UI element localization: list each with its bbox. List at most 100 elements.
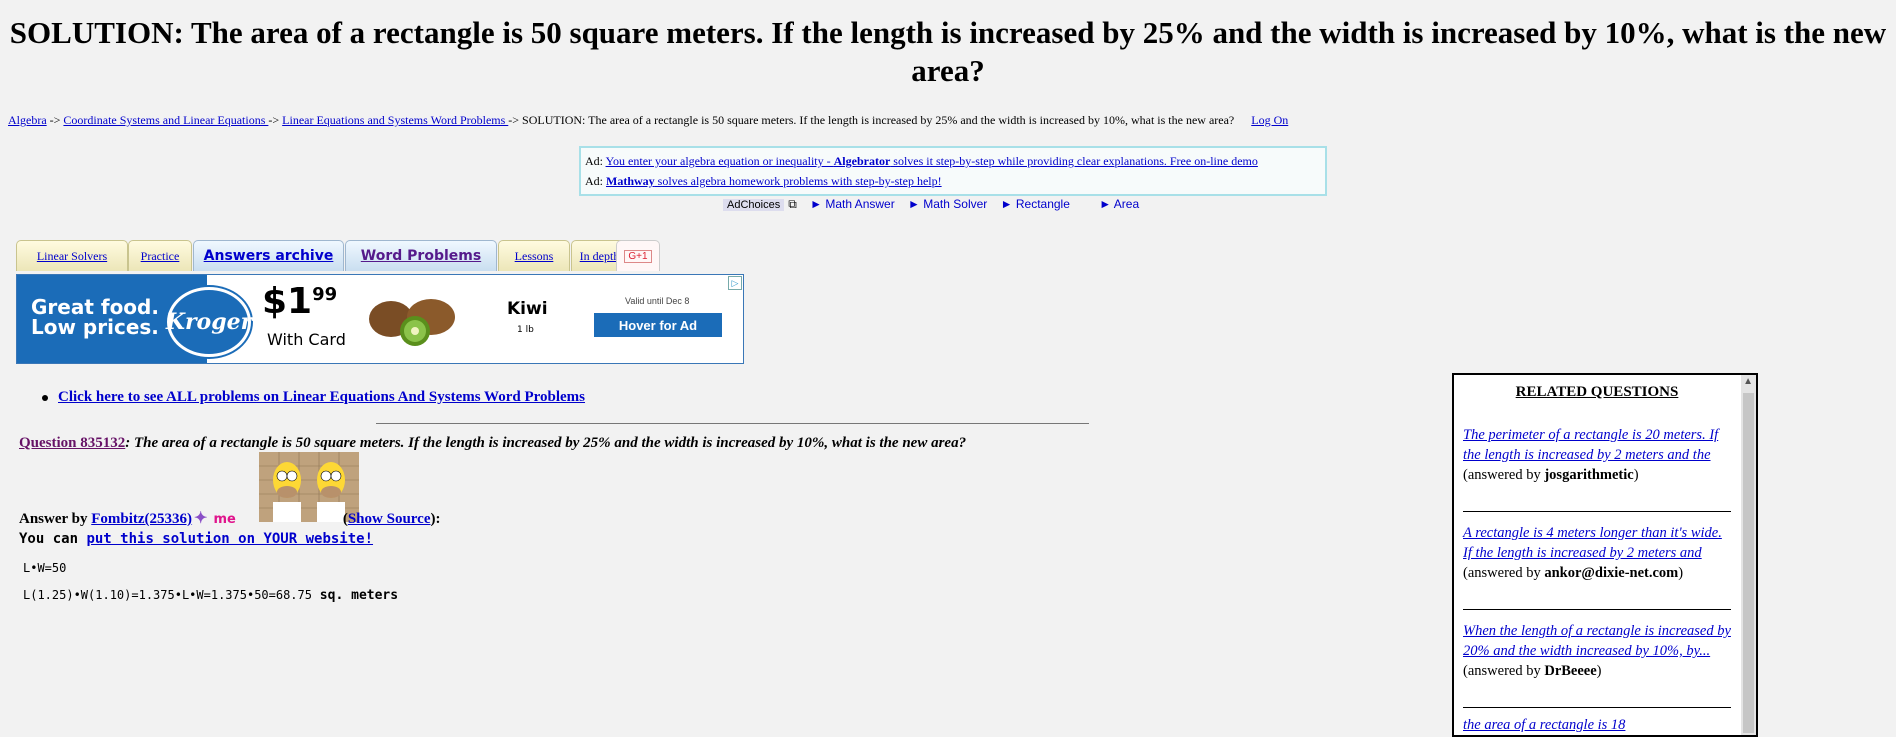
banner-weight: 1 lb [517,325,534,335]
ad-link-area[interactable]: ► Area [1099,197,1139,211]
paren-close: ): [430,511,441,527]
show-source-link[interactable]: Show Source [348,511,431,527]
breadcrumb-word-problems[interactable]: Linear Equations and Systems Word Proble… [282,113,508,127]
kroger-banner-ad[interactable]: Great food. Low prices. Kroger $199 With … [16,274,744,364]
banner-slogan-line2: Low prices. [31,315,159,339]
kiwi-image [369,299,455,346]
question-text: : The area of a rectangle is 50 square m… [125,435,967,451]
tab-answers-archive-label[interactable]: Answers archive [204,248,334,264]
tab-practice-label[interactable]: Practice [141,249,180,264]
tab-lessons-label[interactable]: Lessons [515,249,554,264]
related-questions-title: RELATED QUESTIONS [1515,384,1679,400]
ad-prefix: Ad: [585,154,606,168]
answer-prefix: Answer by [19,511,92,527]
google-plus-button[interactable]: G+1 [616,240,660,271]
answered-by-text: (answered by [1463,663,1545,679]
related-question-link[interactable]: the area of a rectangle is 18 [1463,717,1625,733]
author-link[interactable]: Fombitz(25336) [91,511,192,527]
page-title: SOLUTION: The area of a rectangle is 50 … [9,15,1887,88]
banner-price: $199 [262,281,337,322]
ad-row-mathway: Ad: Mathway solves algebra homework prob… [585,174,942,189]
scrollbar-thumb[interactable] [1743,393,1754,733]
banner-price-dollar: $1 [262,281,313,322]
ad-algebrator-link[interactable]: You enter your algebra equation or inequ… [606,154,1258,168]
ad-links-bar: AdChoices ⧉ ► Math Answer ► Math Solver ►… [723,197,1139,212]
divider [376,423,1089,424]
tab-word-problems-label[interactable]: Word Problems [361,248,481,264]
banner-product: Kiwi [507,299,548,319]
related-question-item: A rectangle is 4 meters longer than it's… [1463,523,1731,583]
ad-link-math-solver[interactable]: ► Math Solver [908,197,987,211]
bullet-icon [42,394,48,401]
math-line-2-unit: sq. meters [311,588,399,603]
tab-in-depth-label[interactable]: In depth [580,249,620,264]
adchoices-icon[interactable]: ▷ [728,276,742,290]
related-question-link[interactable]: The perimeter of a rectangle is 20 meter… [1463,427,1718,463]
related-question-link[interactable]: A rectangle is 4 meters longer than it's… [1463,525,1722,561]
related-divider [1463,707,1731,708]
math-line-2-expr: L(1.25)•W(1.10)=1.375•L•W=1.375•50=68.75 [23,588,312,602]
ad-mathway-rest: solves algebra homework problems with st… [654,174,942,188]
answered-by-user: josgarithmetic [1544,467,1634,483]
math-line-2: L(1.25)•W(1.10)=1.375•L•W=1.375•50=68.75… [23,588,398,603]
banner-slogan-line1: Great food. [31,295,159,319]
answer-line: Answer by Fombitz(25336) ✦ me (Show Source)… [19,508,440,528]
ad-mathway-bold: Mathway [606,174,655,188]
tab-word-problems[interactable]: Word Problems [345,240,497,271]
tab-linear-solvers-label[interactable]: Linear Solvers [37,249,107,264]
breadcrumb-coordinate-systems[interactable]: Coordinate Systems and Linear Equations [63,113,268,127]
breadcrumb: Algebra -> Coordinate Systems and Linear… [8,113,1288,128]
all-problems-item: Click here to see ALL problems on Linear… [42,389,585,406]
ad-row-algebrator: Ad: You enter your algebra equation or i… [585,154,1258,169]
breadcrumb-sep: -> [268,113,283,127]
related-divider [1463,511,1731,512]
related-question-item: the area of a rectangle is 18 [1463,715,1731,735]
answered-by-text: (answered by [1463,467,1545,483]
answered-by-user: ankor@dixie-net.com [1544,565,1679,581]
kroger-logo: Kroger [166,287,252,357]
ad-algebrator-bold: Algebrator [833,154,891,168]
related-question-item: The perimeter of a rectangle is 20 meter… [1463,425,1731,485]
related-question-item: When the length of a rectangle is increa… [1463,621,1731,681]
all-problems-link[interactable]: Click here to see ALL problems on Linear… [58,389,585,405]
answered-by-user: DrBeeee [1544,663,1597,679]
ad-algebrator-text: You enter your algebra equation or inequ… [605,154,834,168]
tab-linear-solvers[interactable]: Linear Solvers [16,240,128,271]
breadcrumb-sep: -> [46,113,64,127]
google-plus-label[interactable]: G+1 [624,249,652,263]
banner-slogan: Great food. Low prices. [31,297,159,337]
magic-wand-icon: ✦ [194,510,208,527]
tab-practice[interactable]: Practice [128,240,192,271]
ad-mathway-link[interactable]: Mathway solves algebra homework problems… [606,174,942,188]
question-line: Question 835132: The area of a rectangle… [19,435,966,452]
scroll-up-icon[interactable]: ▲ [1743,376,1753,387]
breadcrumb-algebra[interactable]: Algebra [8,113,47,127]
banner-price-cents: 99 [312,284,338,305]
related-scrollbar[interactable]: ▲ [1741,375,1756,735]
tab-lessons[interactable]: Lessons [498,240,570,271]
breadcrumb-current: -> SOLUTION: The area of a rectangle is … [508,113,1235,127]
you-can-text: You can [19,531,87,547]
related-divider [1463,609,1731,610]
related-questions-panel: RELATED QUESTIONS The perimeter of a rec… [1452,373,1758,737]
log-on-link[interactable]: Log On [1251,113,1288,127]
text-ads-box: Ad: You enter your algebra equation or i… [579,146,1327,196]
answered-by-text: (answered by [1463,565,1545,581]
answered-close: ) [1596,663,1602,679]
ad-algebrator-rest: solves it step-by-step while providing c… [890,154,1258,168]
you-can-line: You can put this solution on YOUR websit… [19,531,373,547]
answered-close: ) [1633,467,1639,483]
ad-link-math-answer[interactable]: ► Math Answer [810,197,895,211]
ad-link-rectangle[interactable]: ► Rectangle [1001,197,1070,211]
tab-answers-archive[interactable]: Answers archive [193,240,344,271]
ad-prefix: Ad: [585,174,606,188]
question-id-link[interactable]: Question 835132 [19,435,125,451]
adchoices-icon: ⧉ [788,197,797,211]
put-solution-link[interactable]: put this solution on YOUR website! [86,531,373,547]
math-line-1: L•W=50 [23,561,67,575]
hover-for-ad-button[interactable]: Hover for Ad [594,313,722,337]
adchoices-label[interactable]: AdChoices [723,199,785,211]
answered-close: ) [1678,565,1684,581]
banner-with-card: With Card [267,330,346,349]
related-question-link[interactable]: When the length of a rectangle is increa… [1463,623,1731,659]
